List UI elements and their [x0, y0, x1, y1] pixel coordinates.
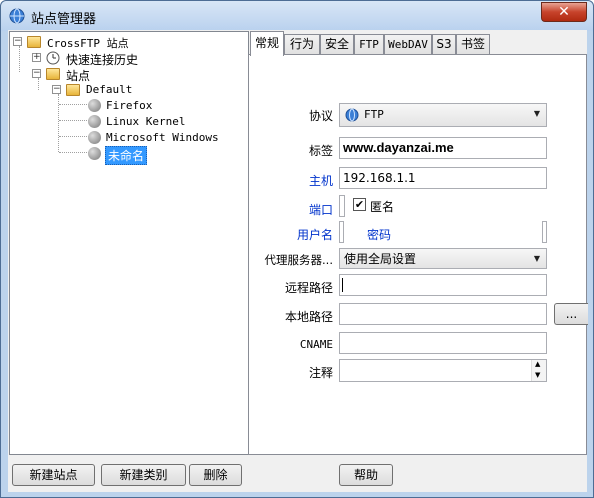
remote-path-input[interactable] — [339, 274, 547, 296]
tab-s3[interactable]: S3 — [432, 34, 456, 55]
proxy-label[interactable]: 代理服务器... — [249, 252, 333, 268]
tree-root-label: CrossFTP 站点 — [47, 37, 129, 50]
password-label: 密码 — [367, 228, 392, 242]
anonymous-label: 匿名 — [370, 200, 395, 214]
host-label: 主机 — [308, 174, 333, 188]
site-tree[interactable]: − CrossFTP 站点 + 快速连接历史 − 站点 − Default Fi… — [9, 31, 249, 455]
scroll-down-icon[interactable]: ▼ — [535, 371, 540, 379]
protocol-label: 协议 — [308, 109, 333, 123]
tree-item-unnamed[interactable]: 未命名 — [88, 146, 238, 165]
anonymous-checkbox[interactable]: ✔ — [353, 198, 366, 211]
collapse-icon[interactable]: − — [52, 85, 61, 94]
general-panel: 协议 FTP ▼ 标签 www.dayanzai.me 主机 192.168.1… — [248, 54, 588, 455]
collapse-icon[interactable]: − — [32, 69, 41, 78]
protocol-select[interactable]: FTP ▼ — [339, 103, 547, 127]
close-button[interactable]: ✕ — [541, 2, 587, 22]
cname-label: CNAME — [299, 338, 333, 351]
local-path-label: 本地路径 — [284, 310, 333, 324]
cname-input[interactable] — [339, 332, 547, 354]
folder-icon — [46, 68, 60, 80]
globe-icon — [345, 108, 359, 122]
comment-textarea[interactable] — [339, 359, 547, 382]
delete-button[interactable]: 删除 — [189, 464, 242, 486]
tab-security[interactable]: 安全 — [320, 34, 354, 55]
tree-node-root[interactable]: − CrossFTP 站点 — [13, 34, 213, 50]
close-icon: ✕ — [558, 4, 570, 20]
proxy-select[interactable]: 使用全局设置 ▼ — [339, 248, 547, 269]
host-input[interactable]: 192.168.1.1 — [339, 167, 547, 189]
folder-icon — [66, 84, 80, 96]
remote-path-label: 远程路径 — [284, 281, 333, 295]
scroll-up-icon[interactable]: ▲ — [535, 360, 540, 368]
tab-bookmarks[interactable]: 书签 — [456, 34, 490, 55]
tree-node-history[interactable]: + 快速连接历史 — [32, 50, 232, 67]
tree-item-linux-kernel[interactable]: Linux Kernel — [88, 114, 238, 130]
chevron-down-icon: ▼ — [533, 109, 541, 118]
tree-item-label: Firefox — [106, 99, 153, 112]
help-button[interactable]: 帮助 — [339, 464, 393, 486]
username-label: 用户名 — [296, 228, 333, 242]
tree-item-label: Microsoft Windows — [106, 131, 219, 144]
tab-behavior[interactable]: 行为 — [284, 34, 320, 55]
tree-item-label: Linux Kernel — [106, 115, 186, 128]
new-site-button[interactable]: 新建站点 — [12, 464, 95, 486]
chevron-down-icon: ▼ — [533, 254, 541, 263]
title-bar[interactable]: 站点管理器 ✕ — [1, 1, 593, 31]
comment-scrollbar[interactable]: ▲ ▼ — [531, 360, 546, 381]
local-path-input[interactable] — [339, 303, 547, 325]
folder-icon — [27, 36, 41, 48]
site-icon — [88, 115, 101, 128]
tree-item-firefox[interactable]: Firefox — [88, 98, 238, 114]
collapse-icon[interactable]: − — [13, 37, 22, 46]
proxy-value: 使用全局设置 — [344, 252, 417, 266]
new-category-button[interactable]: 新建类别 — [101, 464, 186, 486]
tree-default-label: Default — [86, 83, 133, 96]
tree-node-default[interactable]: − Default — [52, 82, 232, 98]
tree-item-label: 未命名 — [105, 146, 148, 165]
tag-label: 标签 — [308, 144, 333, 158]
text-cursor — [342, 278, 343, 292]
port-label: 端口 — [308, 203, 333, 217]
tree-item-microsoft-windows[interactable]: Microsoft Windows — [88, 130, 243, 146]
protocol-value: FTP — [364, 108, 384, 121]
port-input[interactable] — [339, 195, 345, 217]
checkmark-icon: ✔ — [354, 198, 365, 211]
expand-icon[interactable]: + — [32, 53, 41, 62]
clock-icon — [46, 51, 60, 65]
password-input[interactable] — [542, 221, 547, 243]
site-icon — [88, 147, 101, 160]
tree-node-sites[interactable]: − 站点 — [32, 66, 232, 83]
client-area: − CrossFTP 站点 + 快速连接历史 − 站点 − Default Fi… — [8, 30, 588, 492]
site-icon — [88, 131, 101, 144]
username-input[interactable] — [339, 221, 344, 243]
tab-webdav[interactable]: WebDAV — [384, 34, 432, 55]
site-manager-window: 站点管理器 ✕ − CrossFTP 站点 + 快速连接历史 − 站点 − De… — [0, 0, 594, 498]
window-title: 站点管理器 — [31, 12, 97, 27]
globe-app-icon — [9, 8, 25, 24]
tag-input[interactable]: www.dayanzai.me — [339, 137, 547, 159]
site-icon — [88, 99, 101, 112]
browse-button[interactable]: ... — [554, 303, 588, 325]
tab-general[interactable]: 常规 — [250, 31, 284, 56]
tab-ftp[interactable]: FTP — [354, 34, 384, 55]
comment-label: 注释 — [308, 366, 333, 380]
